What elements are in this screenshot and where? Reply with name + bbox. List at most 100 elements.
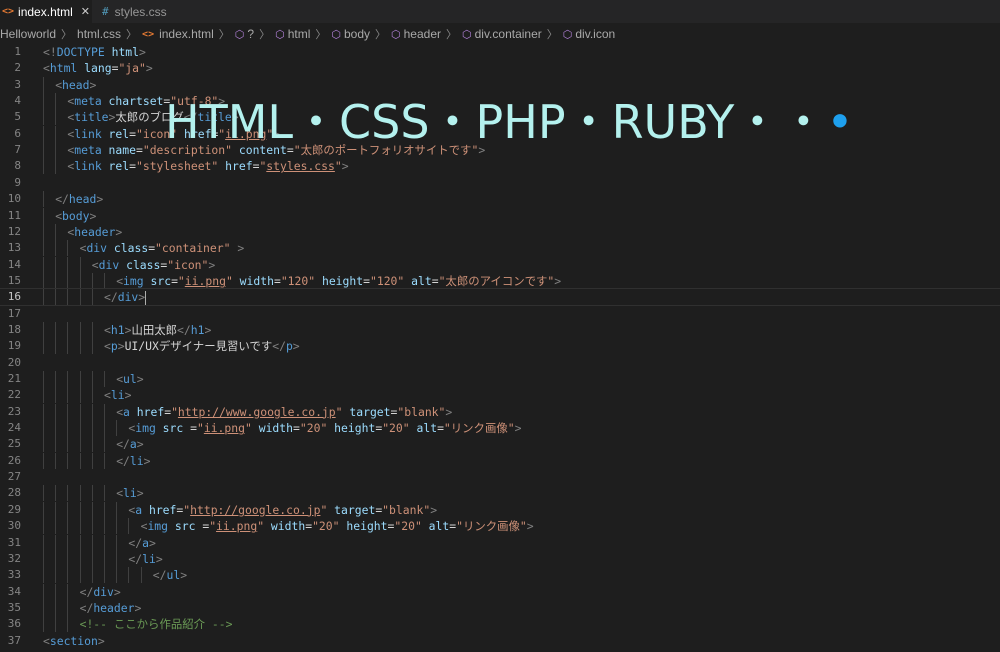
code-token: >: [145, 61, 153, 76]
indent-guide: [55, 142, 57, 159]
code-line[interactable]: 28 <li>: [0, 485, 1000, 502]
code-line[interactable]: 15 <img src="ii.png" width="120" height="…: [0, 272, 1000, 289]
code-line[interactable]: 17: [0, 306, 1000, 322]
code-line[interactable]: 9: [0, 175, 1000, 191]
breadcrumb-item[interactable]: index.html: [159, 27, 214, 41]
code-line[interactable]: 25 </a>: [0, 436, 1000, 453]
code-token: ": [171, 404, 178, 419]
code-line[interactable]: 33 </ul>: [0, 567, 1000, 584]
code-line[interactable]: 19 <p>UI/UXデザイナー見習いです</p>: [0, 338, 1000, 355]
code-line[interactable]: 1 <!DOCTYPE html>: [0, 44, 1000, 60]
code-text: <p>UI/UXデザイナー見習いです</p>: [104, 338, 300, 354]
code-text: <link rel="stylesheet" href="styles.css"…: [67, 158, 348, 174]
code-token: =: [431, 273, 439, 288]
code-line[interactable]: 12 <header>: [0, 223, 1000, 240]
code-text: </div>: [104, 289, 147, 305]
code-token: href: [129, 404, 165, 419]
indent-guide: [43, 501, 44, 518]
indent-guide: [104, 420, 105, 437]
code-token: header: [93, 600, 135, 615]
chevron-right-icon: 〉: [218, 29, 230, 41]
code-line[interactable]: 16 </div>: [0, 288, 1000, 307]
code-line[interactable]: 36 <!-- ここから作品紹介 -->: [0, 616, 1000, 633]
code-line[interactable]: 32 </li>: [0, 550, 1000, 567]
code-line[interactable]: 34 </div>: [0, 583, 1000, 600]
code-token: div: [98, 257, 120, 272]
code-line[interactable]: 3 <head>: [0, 76, 1000, 93]
code-line[interactable]: 29 <a href="http://google.co.jp" target="…: [0, 501, 1000, 518]
code-line[interactable]: 13 <div class="container" >: [0, 240, 1000, 257]
tab-styles-css[interactable]: # styles.css: [90, 0, 202, 23]
breadcrumb: Helloworld 〉 html.css 〉 <> index.html 〉 …: [0, 26, 615, 42]
indent-guide: [67, 420, 69, 437]
indent-guide: [91, 371, 93, 387]
indent-guide: [79, 518, 81, 535]
code-token: >: [96, 192, 104, 207]
code-line[interactable]: 2 <html lang="ja">: [0, 60, 1000, 76]
element-cube-icon: ⬡: [234, 28, 245, 41]
code-line[interactable]: 23 <a href="http://www.google.co.jp" targ…: [0, 403, 1000, 420]
code-line[interactable]: 14 <div class="icon">: [0, 256, 1000, 273]
code-token: "120": [280, 273, 316, 288]
indent-guide: [79, 501, 81, 518]
breadcrumb-item[interactable]: html.css: [77, 27, 121, 41]
code-token: h1: [110, 322, 125, 337]
indent-guide: [43, 207, 44, 224]
code-line[interactable]: 18 <h1>山田太郎</h1>: [0, 321, 1000, 338]
breadcrumb-item[interactable]: Helloworld: [0, 27, 56, 41]
line-number: 6: [14, 126, 21, 140]
code-line[interactable]: 24 <img src ="ii.png" width="20" height="…: [0, 420, 1000, 437]
breadcrumb-item[interactable]: ?: [247, 27, 254, 41]
breadcrumb-item[interactable]: header: [404, 27, 441, 41]
indent-guide: [79, 371, 81, 387]
code-token: ii.png: [203, 421, 245, 436]
code-line[interactable]: 35 </header>: [0, 599, 1000, 616]
indent-guide: [104, 452, 105, 469]
tab-index-html[interactable]: <> index.html ✕: [0, 0, 92, 23]
code-token: a: [142, 535, 149, 550]
line-number: 37: [7, 633, 21, 647]
code-line[interactable]: 30 <img src ="ii.png" width="20" height="…: [0, 518, 1000, 535]
code-line[interactable]: 20: [0, 355, 1000, 371]
overlay-heading-text: HTML・CSS・PHP・RUBY・・•: [165, 94, 854, 150]
code-line[interactable]: 31 </a>: [0, 534, 1000, 551]
code-line[interactable]: 27: [0, 469, 1000, 485]
line-number: 22: [7, 388, 21, 402]
breadcrumb-item[interactable]: html: [288, 27, 311, 41]
html-file-icon: <>: [2, 6, 15, 17]
indent-guide: [67, 501, 69, 518]
code-text: </li>: [116, 453, 150, 469]
line-number: 21: [7, 372, 21, 385]
indent-guide: [79, 256, 81, 273]
code-token: head: [68, 192, 97, 207]
line-number: 1: [14, 45, 21, 58]
code-line[interactable]: 26 </li>: [0, 452, 1000, 469]
code-token: height: [339, 519, 388, 534]
element-cube-icon: ⬡: [562, 28, 573, 41]
code-line[interactable]: 10 </head>: [0, 191, 1000, 208]
code-token: "stylesheet": [135, 159, 219, 174]
chevron-right-icon: 〉: [546, 29, 558, 41]
indent-guide: [67, 338, 69, 355]
indent-guide: [67, 452, 69, 469]
line-number: 29: [7, 502, 21, 516]
chevron-right-icon: 〉: [375, 29, 387, 41]
close-icon[interactable]: ✕: [81, 5, 90, 18]
code-token: "icon": [167, 257, 209, 272]
line-number: 30: [7, 519, 21, 533]
indent-guide: [91, 550, 93, 567]
code-line[interactable]: 21 <ul>: [0, 371, 1000, 387]
indent-guide: [43, 387, 44, 404]
code-line[interactable]: 22 <li>: [0, 387, 1000, 404]
code-line[interactable]: 8 <link rel="stylesheet" href="styles.css…: [0, 158, 1000, 175]
indent-guide: [91, 321, 93, 338]
code-line[interactable]: 11 <body>: [0, 207, 1000, 224]
code-token: li: [142, 551, 156, 566]
breadcrumb-item[interactable]: div.icon: [575, 27, 615, 41]
breadcrumb-item[interactable]: body: [344, 27, 370, 41]
breadcrumb-item[interactable]: div.container: [475, 27, 542, 41]
indent-guide: [79, 534, 81, 551]
element-cube-icon: ⬡: [331, 28, 341, 41]
code-line[interactable]: 37 <section>: [0, 633, 1000, 649]
indent-guide: [67, 616, 69, 633]
